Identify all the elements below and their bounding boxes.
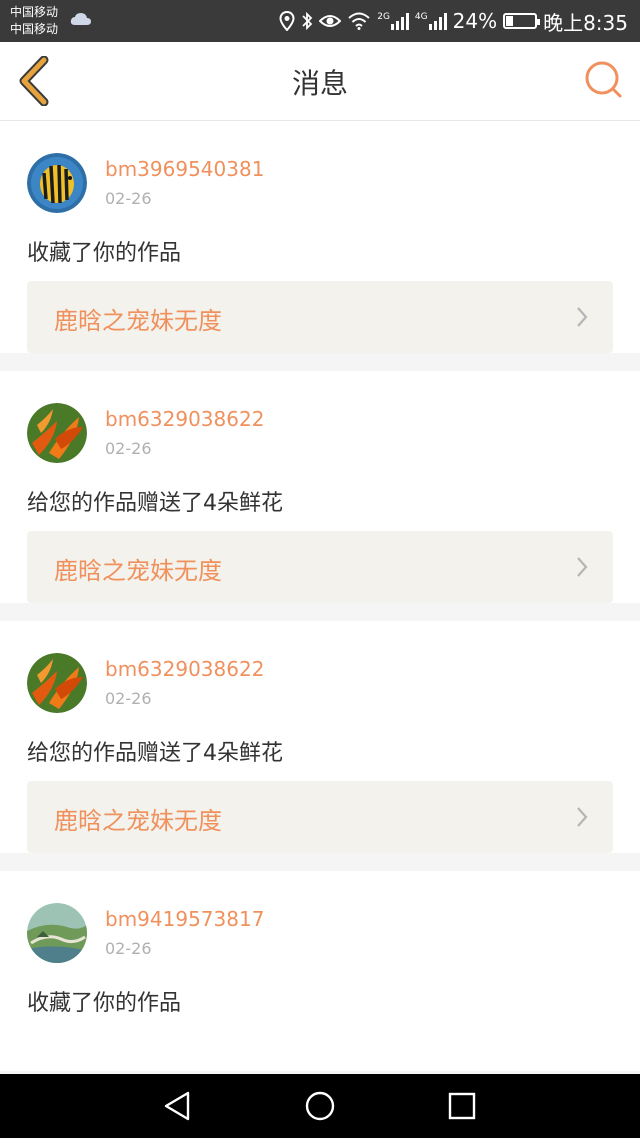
username[interactable]: bm6329038622 (105, 407, 264, 431)
search-icon[interactable] (582, 58, 626, 102)
fish-avatar-icon[interactable] (27, 153, 87, 213)
flower-avatar-icon[interactable] (27, 653, 87, 713)
system-nav-bar (0, 1074, 640, 1138)
chevron-right-icon (577, 307, 588, 327)
message-item: bm3969540381 02-26 收藏了你的作品 鹿晗之宠妹无度 (0, 121, 640, 353)
status-icons: 2G 4G 24% 晚上8:35 (279, 0, 628, 42)
network-label-1: 2G (377, 12, 390, 22)
signal-bars-icon (390, 13, 409, 30)
page-title: 消息 (291, 67, 348, 100)
work-link[interactable]: 鹿晗之宠妹无度 (27, 281, 613, 353)
network-label-2: 4G (414, 12, 428, 22)
status-bar: 中国移动 中国移动 2G 4G 24% 晚上8:35 (0, 0, 640, 42)
cloud-icon (70, 13, 91, 25)
work-title: 鹿晗之宠妹无度 (54, 807, 222, 835)
carrier-line-2: 中国移动 (10, 22, 59, 36)
message-text: 收藏了你的作品 (27, 991, 182, 1016)
message-text: 给您的作品赠送了4朵鲜花 (27, 741, 283, 766)
battery-percent: 24% (452, 9, 498, 33)
message-item: bm6329038622 02-26 给您的作品赠送了4朵鲜花 鹿晗之宠妹无度 (0, 621, 640, 853)
carrier-info: 中国移动 中国移动 (10, 4, 58, 38)
location-icon (279, 11, 295, 31)
clock: 晚上8:35 (543, 10, 628, 35)
chevron-right-icon (577, 557, 588, 577)
flower-avatar-icon[interactable] (27, 403, 87, 463)
message-item: bm9419573817 02-26 收藏了你的作品 (0, 871, 640, 1071)
message-text: 给您的作品赠送了4朵鲜花 (27, 491, 283, 516)
message-list: bm3969540381 02-26 收藏了你的作品 鹿晗之宠妹无度 bm632… (0, 121, 640, 1071)
message-date: 02-26 (105, 939, 152, 958)
nav-back-icon[interactable] (160, 1088, 196, 1124)
message-item: bm6329038622 02-26 给您的作品赠送了4朵鲜花 鹿晗之宠妹无度 (0, 371, 640, 603)
signal-bars-icon (428, 13, 447, 30)
landscape-avatar-icon[interactable] (27, 903, 87, 963)
username[interactable]: bm9419573817 (105, 907, 264, 931)
chevron-right-icon (577, 807, 588, 827)
message-date: 02-26 (105, 689, 152, 708)
app-header: 消息 (0, 42, 640, 121)
message-text: 收藏了你的作品 (27, 241, 182, 266)
nav-home-icon[interactable] (302, 1088, 338, 1124)
eye-icon (319, 15, 342, 27)
battery-icon (503, 13, 541, 29)
bluetooth-icon (302, 11, 313, 31)
signal-4g: 4G (415, 12, 447, 30)
username[interactable]: bm6329038622 (105, 657, 264, 681)
carrier-line-1: 中国移动 (10, 5, 59, 19)
work-title: 鹿晗之宠妹无度 (54, 557, 222, 585)
work-title: 鹿晗之宠妹无度 (54, 307, 222, 335)
username[interactable]: bm3969540381 (105, 157, 264, 181)
message-date: 02-26 (105, 439, 152, 458)
message-date: 02-26 (105, 189, 152, 208)
signal-2g: 2G (377, 12, 409, 30)
work-link[interactable]: 鹿晗之宠妹无度 (27, 531, 613, 603)
nav-recents-icon[interactable] (444, 1088, 480, 1124)
work-link[interactable]: 鹿晗之宠妹无度 (27, 781, 613, 853)
wifi-icon (348, 12, 370, 30)
